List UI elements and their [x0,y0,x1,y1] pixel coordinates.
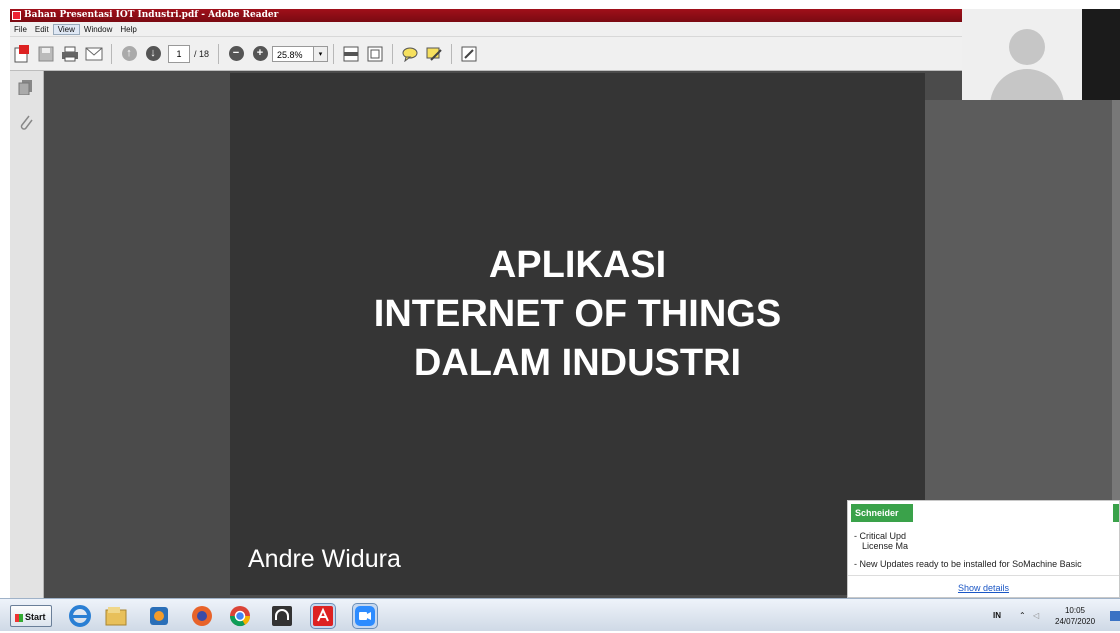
system-tray: IN ⌃ ◁ 10:05 24/07/2020 [985,604,1120,628]
toolbar: ↑ ↓ 1 / 18 − + 25.8% ▾ [10,37,962,71]
taskbar: Start IN ⌃ ◁ 10:05 24/07/2020 [0,598,1120,631]
tray-expand-icon[interactable]: ⌃ [1019,611,1026,620]
video-tile-edge [1082,9,1120,100]
toolbar-separator [333,43,335,64]
notification-line-2: - New Updates ready to be installed for … [854,559,1082,569]
windows-flag-icon [15,613,23,622]
notification-brand-edge [1113,504,1119,522]
window-title-bar[interactable]: Bahan Presentasi IOT Industri.pdf - Adob… [10,9,962,22]
zoom-in-button[interactable]: + [251,45,269,63]
menu-help[interactable]: Help [116,25,140,34]
minus-icon: − [228,46,244,61]
previous-page-button[interactable]: ↑ [120,45,138,63]
internet-explorer-icon[interactable] [68,604,92,628]
page-total: / 18 [194,48,210,59]
notification-brand: Schneider [851,504,913,522]
chrome-icon[interactable] [228,604,252,628]
arrow-up-icon: ↑ [121,46,137,61]
clock-date: 24/07/2020 [1055,617,1096,626]
slide-author: Andre Widura [248,545,401,573]
start-button[interactable]: Start [10,605,52,627]
fit-width-button[interactable] [342,45,360,63]
menu-file[interactable]: File [10,25,31,34]
menu-view[interactable]: View [52,23,80,35]
slide-title-line-3: DALAM INDUSTRI [413,342,742,384]
page-number-input[interactable]: 1 [168,44,190,63]
toolbar-separator [111,43,112,64]
pages-icon [18,80,32,96]
create-pdf-button[interactable] [13,44,31,63]
fit-page-button[interactable] [366,45,384,63]
create-pdf-icon [14,44,29,62]
avatar-head-icon [1009,29,1045,65]
email-icon [85,47,103,60]
toolbar-separator [392,43,394,64]
file-explorer-icon[interactable] [104,604,128,628]
toolbar-separator [451,43,453,64]
firefox-icon[interactable] [190,604,214,628]
system-clock[interactable]: 10:05 24/07/2020 [1055,605,1095,627]
background-document-page [924,100,1112,550]
plus-icon: + [252,46,268,61]
start-label: Start [25,612,46,622]
menu-window[interactable]: Window [80,25,116,34]
attachments-panel-button[interactable] [18,113,34,130]
comment-button[interactable] [401,45,419,63]
zoom-input[interactable]: 25.8% [272,45,315,62]
media-player-icon[interactable] [147,604,171,628]
notification-line-1a: - Critical Upd [854,531,907,541]
top-strip [0,0,1120,9]
avatar-body-icon [990,69,1064,100]
print-button[interactable] [61,45,79,63]
zoom-dropdown-button[interactable]: ▾ [314,45,329,62]
language-indicator[interactable]: IN [993,611,1001,620]
save-button[interactable] [37,45,55,63]
clock-time: 10:05 [1064,606,1086,615]
paperclip-icon [20,115,33,130]
zoom-taskbar-icon[interactable] [353,604,377,628]
save-icon [38,46,54,61]
menu-edit[interactable]: Edit [31,25,53,34]
adobe-reader-icon [12,11,21,20]
zoom-out-button[interactable]: − [227,45,245,63]
navigation-pane [10,71,44,598]
notification-line-1b: License Ma [862,541,909,551]
show-details-link[interactable]: Show details [848,583,1119,593]
next-page-button[interactable]: ↓ [144,45,162,63]
highlight-pen-icon [426,47,442,61]
show-desktop-button[interactable] [1110,611,1120,621]
speaker-icon[interactable]: ◁ [1033,611,1039,620]
comment-icon [402,47,418,62]
window-title: Bahan Presentasi IOT Industri.pdf - Adob… [24,10,279,20]
toolbar-separator [218,43,220,64]
full-screen-button[interactable] [460,45,478,63]
fit-width-icon [343,46,359,61]
slide-title-line-2: INTERNET OF THINGS [373,293,782,335]
fit-page-icon [367,46,383,61]
video-participant-tile[interactable] [962,9,1082,100]
headphones-app-icon[interactable] [270,604,294,628]
email-button[interactable] [85,45,103,63]
pdf-page-slide: APLIKASI INTERNET OF THINGS DALAM INDUST… [230,73,925,595]
slide-title: APLIKASI INTERNET OF THINGS DALAM INDUST… [230,241,925,388]
highlight-button[interactable] [425,45,443,63]
menu-bar: File Edit View Window Help [10,22,962,37]
adobe-reader-taskbar-icon[interactable] [311,604,335,628]
pages-panel-button[interactable] [18,79,34,96]
print-icon [62,46,78,61]
slide-title-line-1: APLIKASI [488,244,667,286]
notification-divider [848,575,1119,576]
notification-line-1: - Critical Upd License Ma [854,531,908,551]
expand-icon [461,46,477,61]
update-notification[interactable]: Schneider - Critical Upd License Ma - Ne… [847,500,1120,598]
arrow-down-icon: ↓ [145,46,161,61]
